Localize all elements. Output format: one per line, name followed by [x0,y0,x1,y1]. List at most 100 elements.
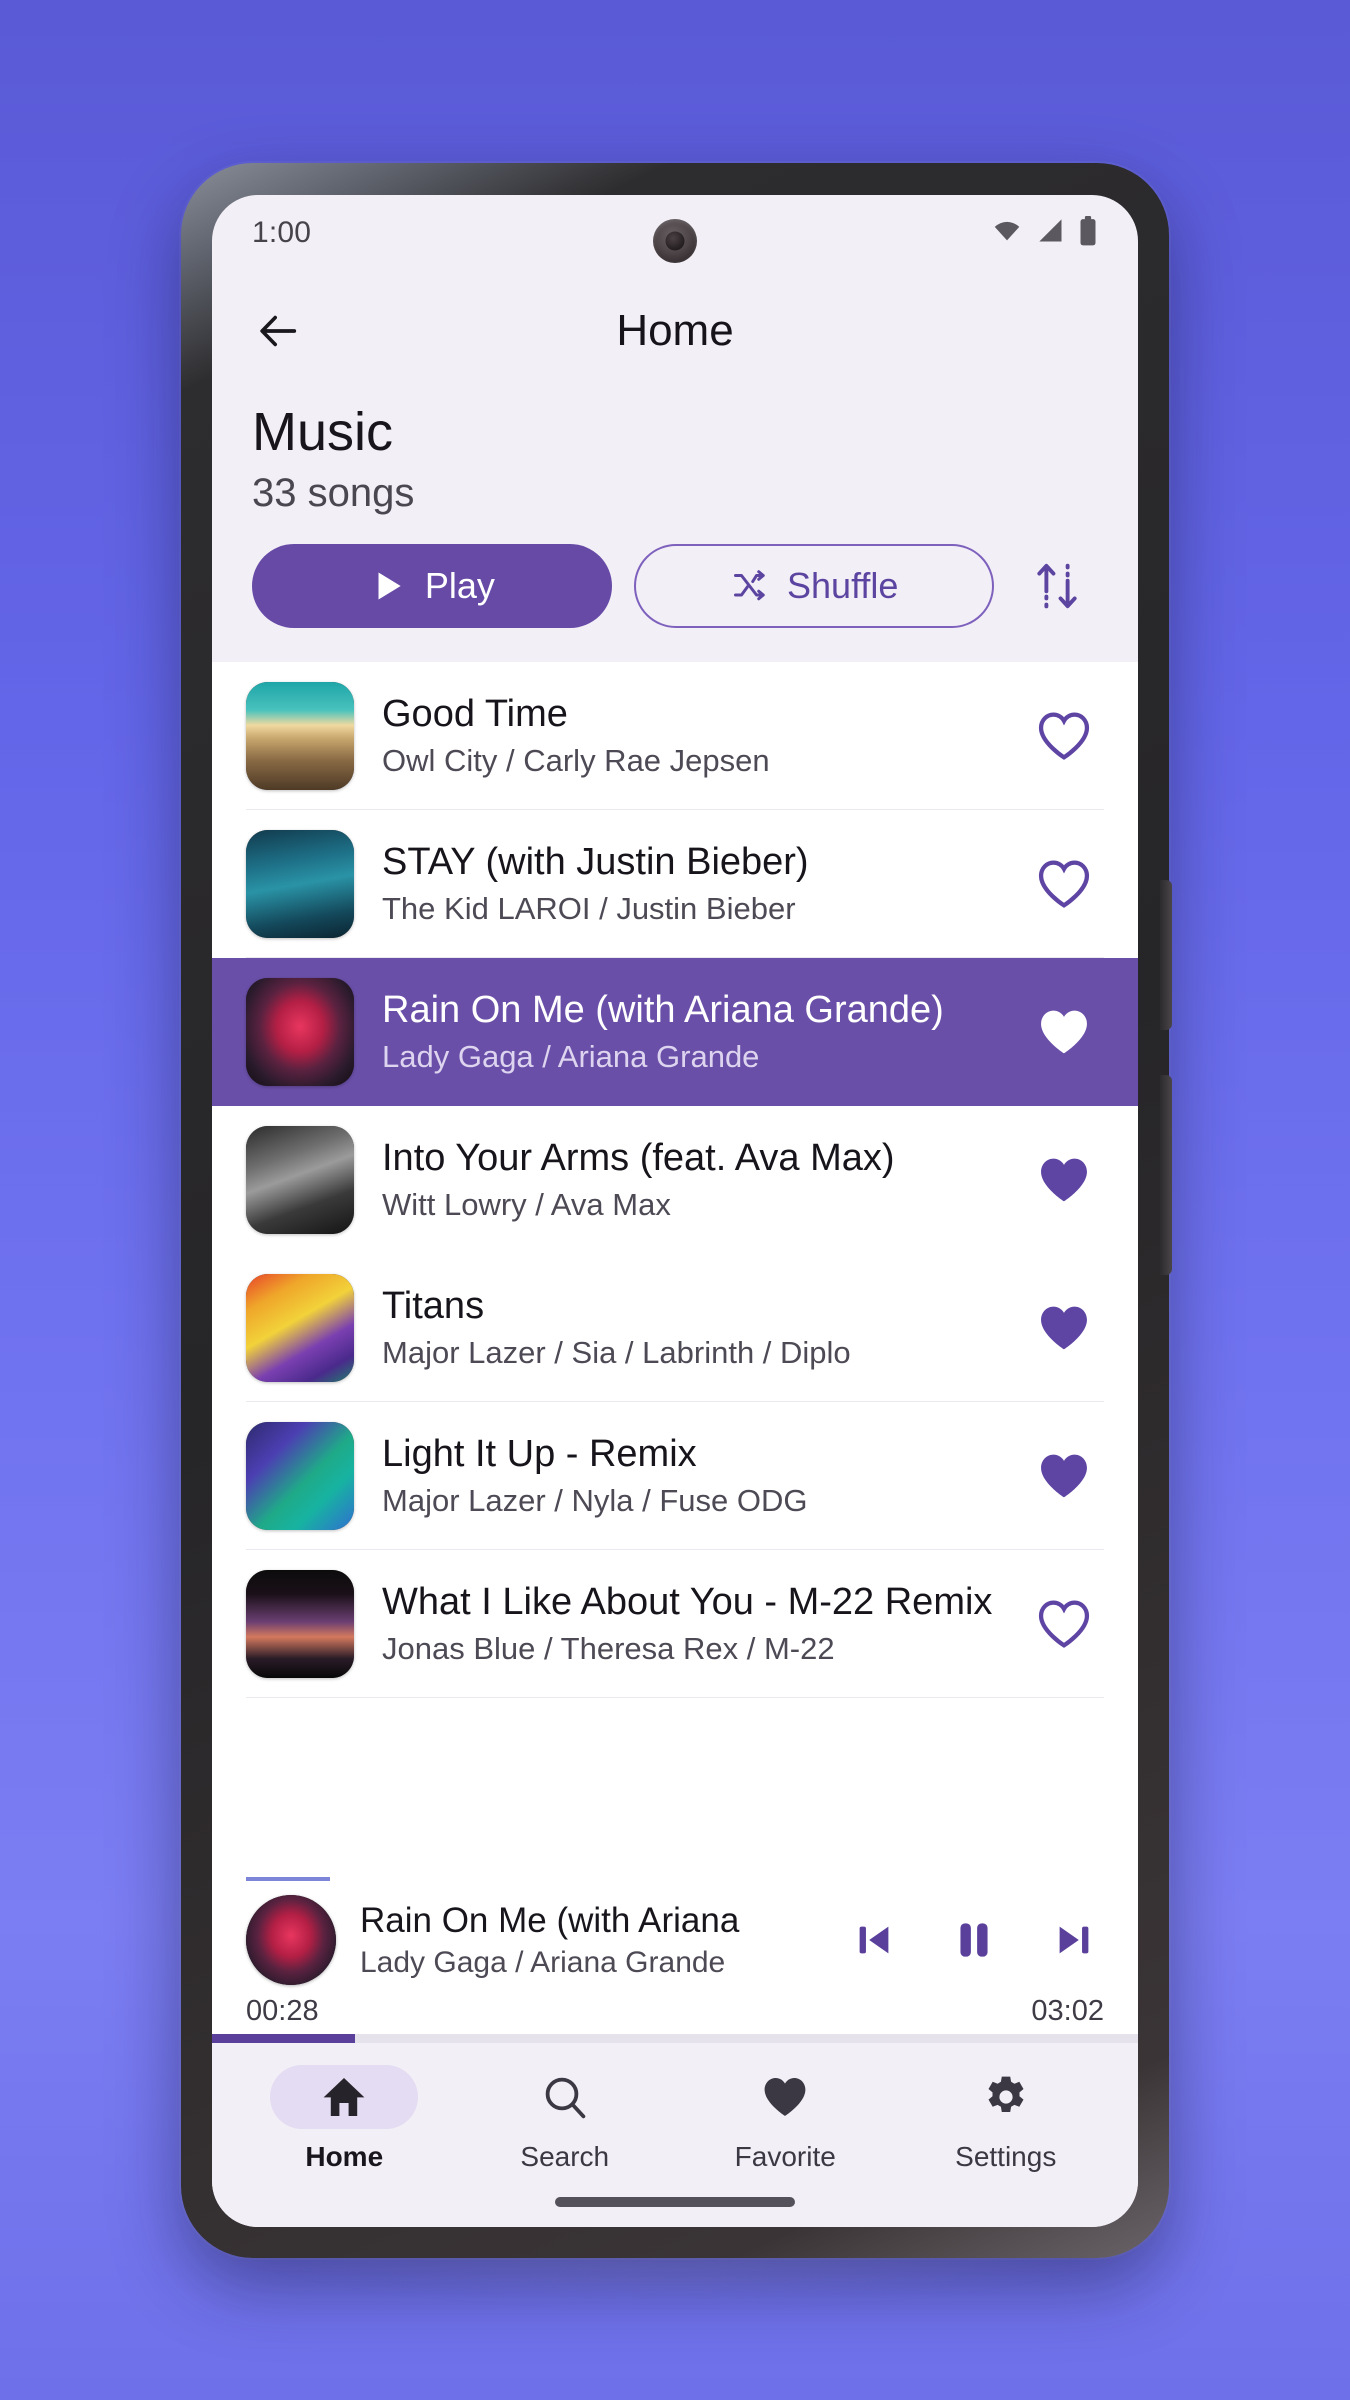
song-artist: The Kid LAROI / Justin Bieber [382,891,796,927]
mini-player-title: Rain On Me (with Ariana [360,1900,740,1940]
heart-filled-icon [764,2078,806,2116]
gear-icon [988,2076,1024,2112]
wifi-icon [990,217,1024,250]
song-row[interactable]: Titans Major Lazer / Sia / Labrinth / Dip… [212,1254,1138,1403]
search-icon [545,2077,586,2119]
mini-player-album-art [246,1895,336,1985]
heart-filled-icon [1041,1454,1087,1498]
mini-player-text: Rain On Me (with Ariana Lady Gaga / Aria… [360,1901,826,1980]
album-art [246,1570,354,1679]
back-button[interactable] [250,302,308,360]
front-camera-punchhole [653,219,697,263]
duration-time: 03:02 [1031,1995,1104,2027]
album-art [246,830,354,939]
collection-title: Music [252,402,394,462]
status-clock: 1:00 [252,216,312,249]
song-text: STAY (with Justin Bieber) The Kid LAROI /… [382,841,1024,927]
progress-bar-fill [212,2034,355,2043]
song-row[interactable]: What I Like About You - M-22 Remix Jonas … [212,1550,1138,1699]
nav-pill [491,2065,639,2129]
favorite-button[interactable] [1024,1451,1104,1501]
mini-album-art-image [246,1895,336,1985]
battery-icon [1078,215,1098,251]
song-row[interactable]: STAY (with Justin Bieber) The Kid LAROI /… [212,810,1138,959]
nav-label: Favorite [734,2141,836,2172]
home-icon [323,2078,365,2116]
progress-bar[interactable] [212,2034,1138,2043]
next-button[interactable] [1044,1910,1104,1970]
song-artist: Jonas Blue / Theresa Rex / M-22 [382,1631,835,1667]
shuffle-button-label: Shuffle [787,565,899,607]
shuffle-icon [734,570,765,601]
sort-updown-icon [1037,563,1077,609]
song-title: What I Like About You - M-22 Remix [382,1581,993,1624]
phone-side-button-power [1160,1075,1172,1275]
status-icons [990,215,1098,251]
mini-player-controls [844,1910,1104,1970]
album-art [246,1274,354,1383]
bottom-navigation: Home Search Favorite Settings [212,2043,1138,2173]
favorite-button[interactable] [1024,1303,1104,1353]
song-artist: Lady Gaga / Ariana Grande [382,1039,760,1075]
song-text: Titans Major Lazer / Sia / Labrinth / Dip… [382,1285,1024,1371]
nav-item-favorite[interactable]: Favorite [675,2065,896,2173]
phone-side-button-volume [1160,880,1172,1030]
song-row[interactable]: Light It Up - Remix Major Lazer / Nyla / … [212,1402,1138,1551]
home-gesture-bar[interactable] [555,2197,795,2207]
song-row[interactable]: Good Time Owl City / Carly Rae Jepsen [212,662,1138,811]
nav-label: Settings [955,2141,1057,2172]
song-text: Into Your Arms (feat. Ava Max) Witt Lowry… [382,1137,1024,1223]
row-divider [246,1697,1104,1699]
heart-outline-icon [1038,712,1090,761]
arrow-left-icon [260,315,297,347]
song-title: Good Time [382,693,568,736]
phone-screen: 1:00 Home Music 33 songs Play Shuffle Go… [212,195,1138,2227]
elapsed-time: 00:28 [246,1995,319,2027]
favorite-button[interactable] [1024,1007,1104,1057]
nav-pill [932,2065,1080,2129]
song-title: Titans [382,1285,485,1328]
nav-label: Search [520,2141,610,2172]
song-count: 33 songs [252,471,415,516]
song-artist: Major Lazer / Sia / Labrinth / Diplo [382,1335,851,1371]
song-title: Rain On Me (with Ariana Grande) [382,989,944,1032]
favorite-button[interactable] [1024,1155,1104,1205]
song-row[interactable]: Rain On Me (with Ariana Grande) Lady Gaga… [212,958,1138,1107]
favorite-button[interactable] [1024,859,1104,909]
nav-item-home[interactable]: Home [234,2065,455,2173]
mini-player-accent-line [246,1877,330,1881]
previous-button[interactable] [844,1910,904,1970]
song-text: Rain On Me (with Ariana Grande) Lady Gaga… [382,989,1024,1075]
heart-filled-icon [1041,1010,1087,1054]
mini-player: Rain On Me (with Ariana Lady Gaga / Aria… [212,1877,1138,2043]
shuffle-button[interactable]: Shuffle [633,544,994,629]
skip-next-icon [1059,1926,1089,1954]
heart-outline-icon [1038,1600,1090,1649]
play-button[interactable]: Play [252,544,612,629]
nav-item-search[interactable]: Search [455,2065,676,2173]
heart-outline-icon [1038,860,1090,909]
song-artist: Witt Lowry / Ava Max [382,1187,671,1223]
album-art [246,1126,354,1235]
status-bar: 1:00 [212,195,1138,271]
song-list: Good Time Owl City / Carly Rae Jepsen STAY… [212,662,1138,1877]
song-text: Good Time Owl City / Carly Rae Jepsen [382,693,1024,779]
skip-previous-icon [859,1926,889,1954]
song-artist: Major Lazer / Nyla / Fuse ODG [382,1483,808,1519]
nav-item-settings[interactable]: Settings [896,2065,1117,2173]
nav-pill [270,2065,419,2129]
nav-pill [711,2065,859,2129]
cellular-signal-icon [1036,217,1066,250]
song-row[interactable]: Into Your Arms (feat. Ava Max) Witt Lowry… [212,1106,1138,1255]
song-title: Light It Up - Remix [382,1433,697,1476]
play-pause-button[interactable] [944,1910,1004,1970]
favorite-button[interactable] [1024,1599,1104,1649]
sort-button[interactable] [1016,544,1098,628]
song-title: STAY (with Justin Bieber) [382,841,809,884]
mini-player-row[interactable]: Rain On Me (with Ariana Lady Gaga / Aria… [212,1877,1138,1993]
mini-player-times: 00:28 03:02 [212,1993,1138,2034]
album-art [246,1422,354,1531]
favorite-button[interactable] [1024,711,1104,761]
app-bar: Home [212,271,1138,391]
gesture-bar-area [212,2173,1138,2227]
